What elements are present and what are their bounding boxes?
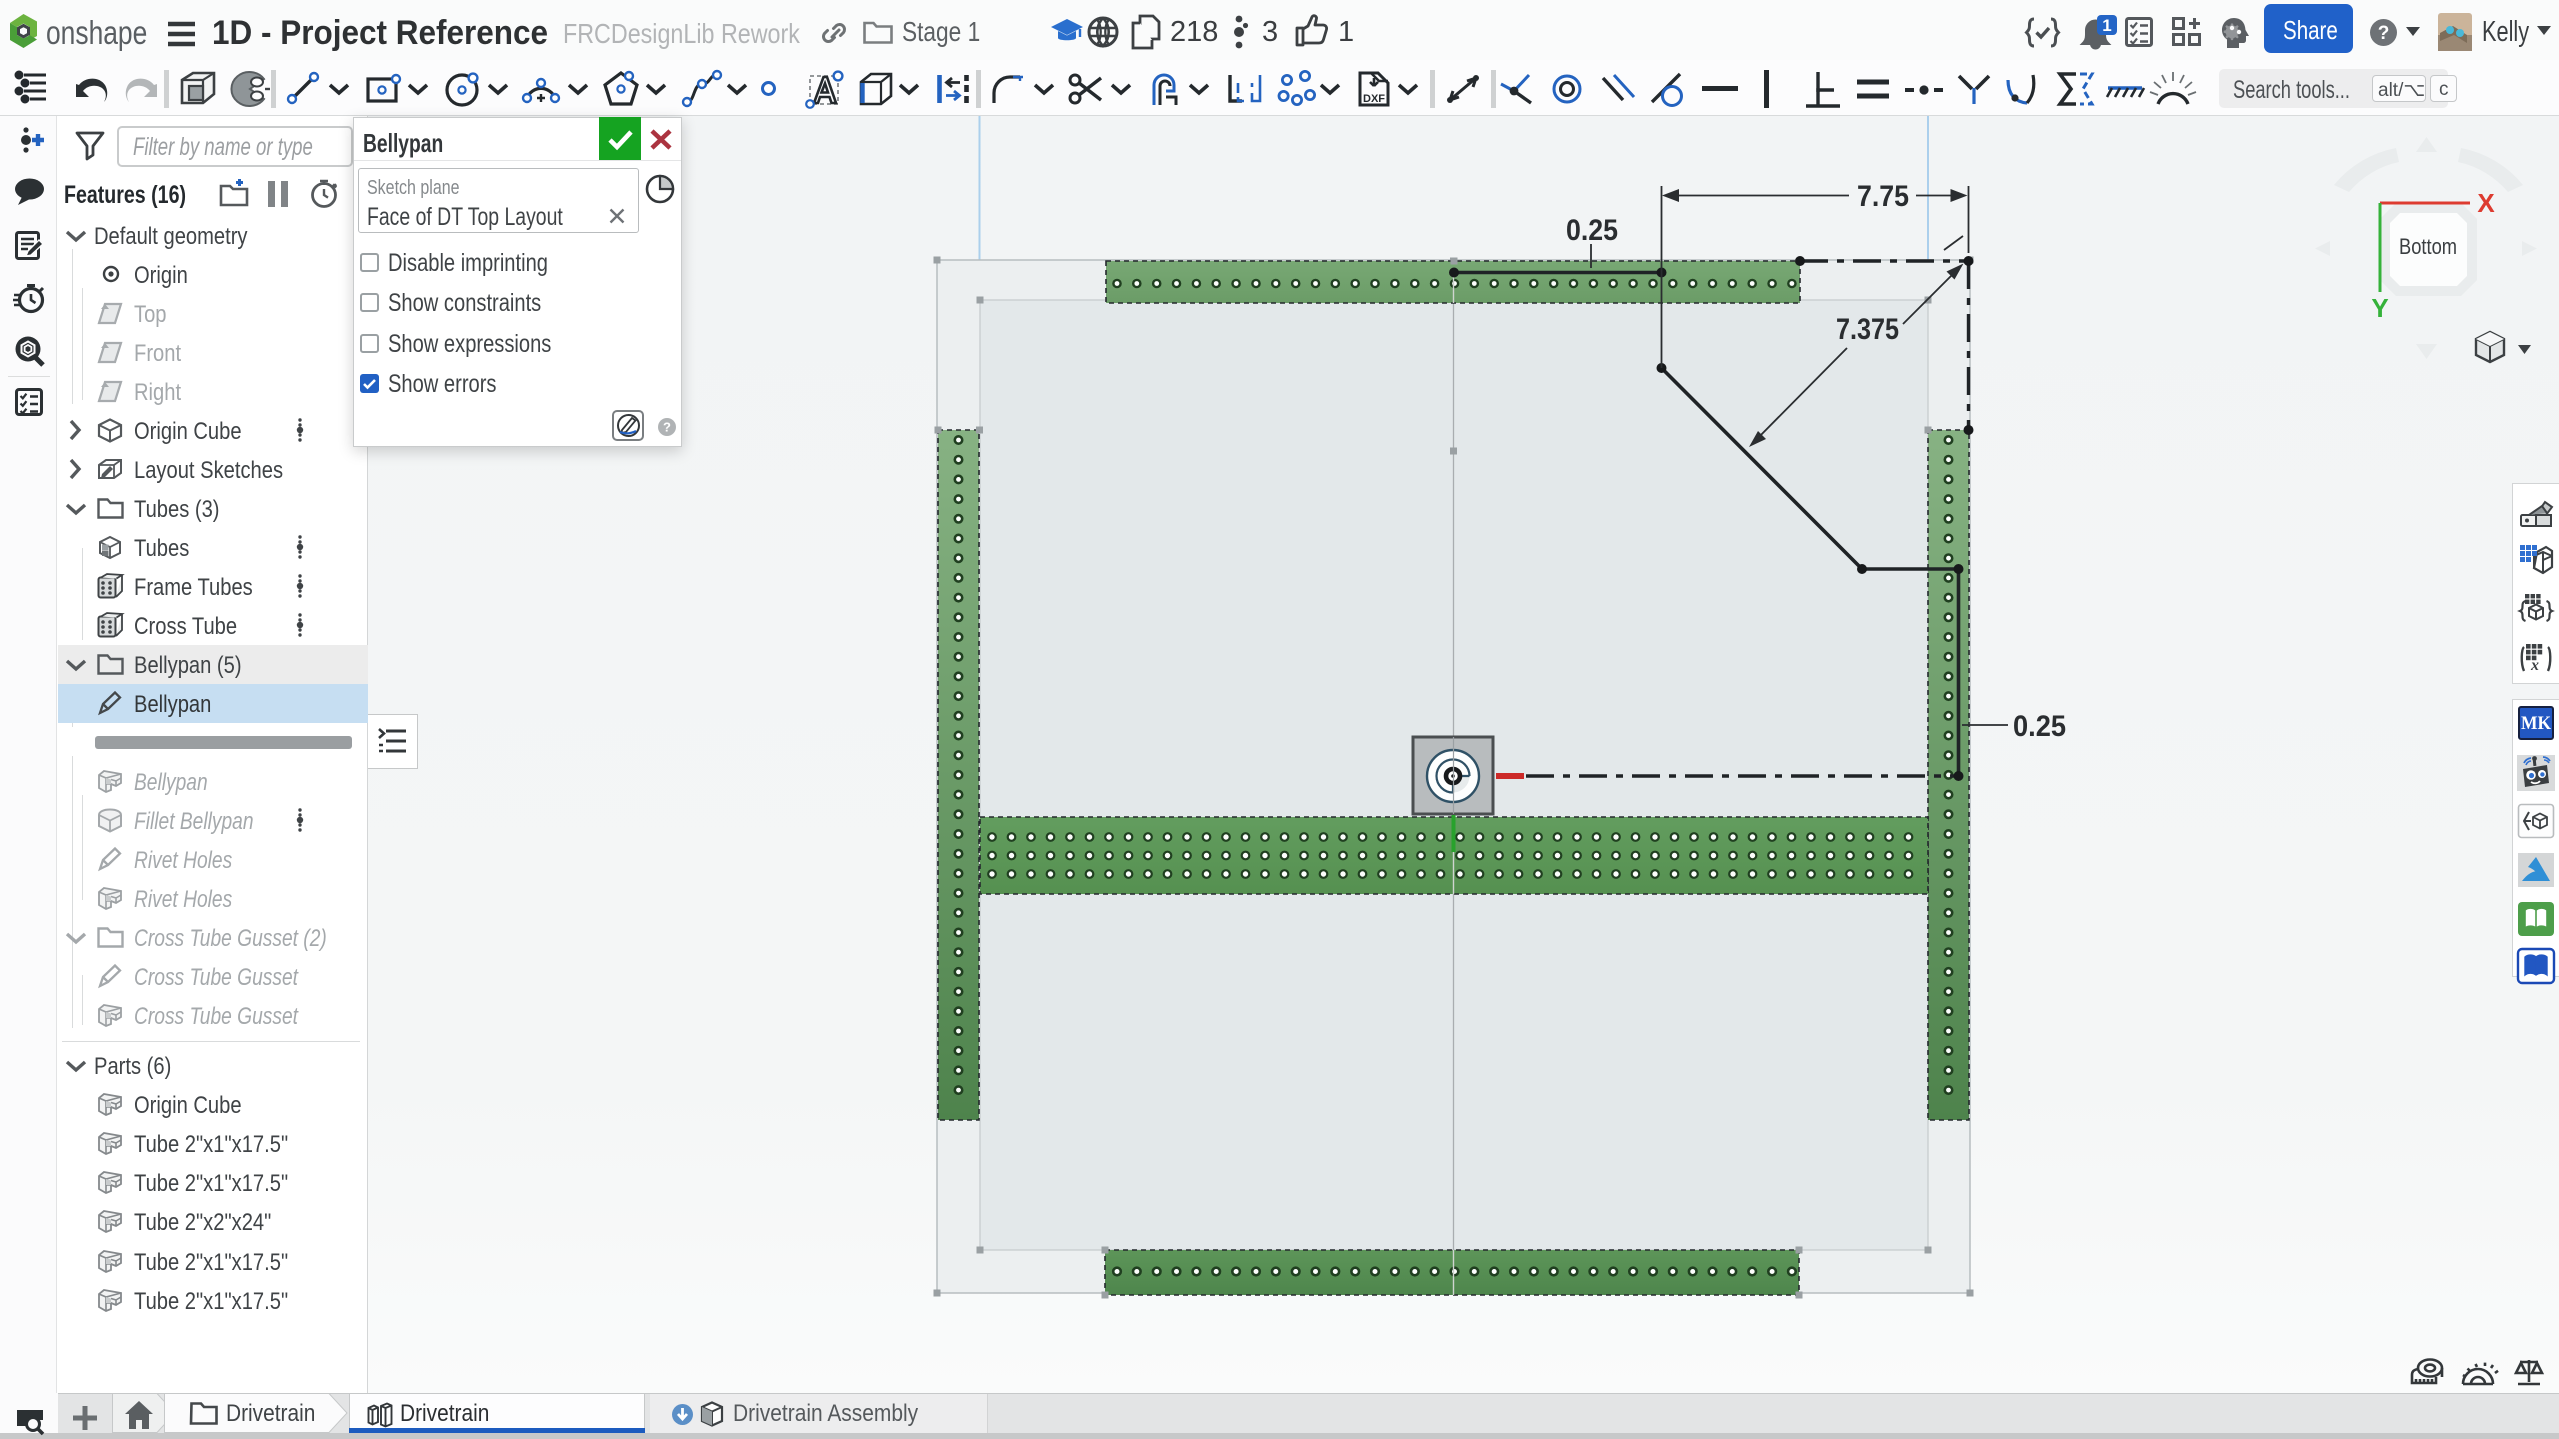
svg-text:7.75: 7.75 bbox=[1857, 180, 1909, 213]
svg-text:?: ? bbox=[2378, 23, 2390, 44]
svg-text:0.25: 0.25 bbox=[2013, 710, 2066, 743]
svg-text:0.25: 0.25 bbox=[1566, 214, 1618, 247]
svg-text:X: X bbox=[2477, 188, 2495, 218]
svg-text:7.375: 7.375 bbox=[1836, 313, 1899, 346]
svg-text:Bottom: Bottom bbox=[2399, 234, 2457, 259]
svg-text:x: x bbox=[2530, 657, 2539, 674]
svg-text:DXF: DXF bbox=[1363, 93, 1385, 105]
svg-text:1: 1 bbox=[2102, 16, 2111, 35]
svg-text:?: ? bbox=[663, 420, 671, 435]
svg-text:Y: Y bbox=[2371, 293, 2388, 323]
